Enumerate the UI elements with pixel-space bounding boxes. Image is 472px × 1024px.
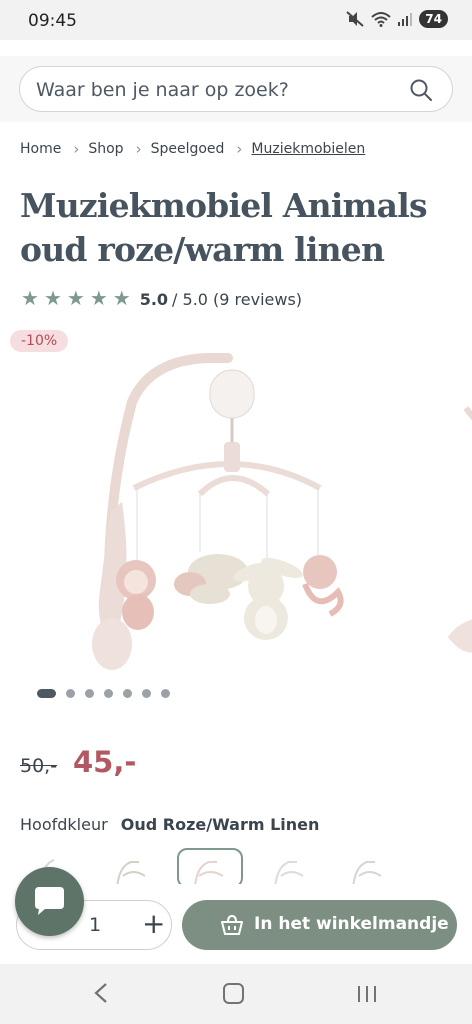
basket-icon (221, 914, 243, 935)
product-title: Muziekmobiel Animals oud roze/warm linen (20, 184, 460, 272)
color-swatch[interactable] (99, 848, 165, 884)
gallery-dot[interactable] (142, 689, 151, 698)
status-bar: 09:45 74 (0, 0, 472, 40)
gallery-dot[interactable] (66, 689, 75, 698)
back-icon[interactable] (92, 981, 110, 1005)
swatch-mobile-thumbnail (194, 861, 224, 884)
add-to-cart-button[interactable]: In het winkelmandje (182, 900, 457, 950)
product-rating[interactable]: ★ ★ ★ ★ ★ 5.0 / 5.0 (9 reviews) (21, 288, 302, 310)
search-input[interactable]: Waar ben je naar op zoek? (19, 66, 453, 112)
add-to-cart-label: In het winkelmandje (254, 914, 449, 934)
chevron-right-icon: › (73, 140, 80, 158)
system-nav-bar (0, 964, 472, 1024)
breadcrumb: Home › Shop › Speelgoed › Muziekmobielen (20, 140, 365, 158)
product-image[interactable] (20, 322, 413, 712)
chevron-right-icon: › (135, 140, 142, 158)
battery-indicator: 74 (419, 10, 448, 28)
star-icon: ★ (112, 288, 131, 310)
color-swatch-selected[interactable] (177, 848, 243, 884)
signal-icon (398, 13, 413, 26)
gallery-dot[interactable] (123, 689, 132, 698)
gallery-dot[interactable] (85, 689, 94, 698)
status-icons: 74 (346, 10, 448, 28)
color-swatch[interactable] (257, 848, 323, 884)
product-title-line1: Muziekmobiel Animals (20, 186, 428, 225)
recents-icon[interactable] (356, 984, 378, 1004)
gallery-pagination (37, 689, 170, 698)
star-icon: ★ (21, 288, 39, 310)
swatch-mobile-thumbnail (274, 861, 304, 884)
price-old: 50,- (20, 755, 58, 777)
search-placeholder: Waar ben je naar op zoek? (36, 79, 289, 101)
plus-icon[interactable]: + (142, 907, 165, 940)
gallery-dot[interactable] (104, 689, 113, 698)
home-icon[interactable] (223, 983, 244, 1004)
mute-icon (346, 11, 364, 27)
swatch-mobile-thumbnail (116, 861, 146, 884)
star-rating: ★ ★ ★ ★ ★ (21, 288, 131, 310)
next-product-image[interactable] (418, 322, 472, 712)
header: Waar ben je naar op zoek? (0, 56, 472, 122)
breadcrumb-current[interactable]: Muziekmobielen (251, 141, 365, 157)
swatch-mobile-thumbnail (352, 861, 382, 884)
spacer (0, 40, 472, 56)
color-selection: Hoofdkleur Oud Roze/Warm Linen (20, 815, 319, 834)
breadcrumb-shop[interactable]: Shop (88, 141, 123, 157)
star-icon: ★ (66, 288, 85, 310)
status-time: 09:45 (28, 11, 77, 31)
breadcrumb-speelgoed[interactable]: Speelgoed (151, 141, 225, 157)
chat-icon (35, 887, 64, 915)
wifi-icon (371, 12, 391, 27)
product-title-line2: oud roze/warm linen (20, 230, 385, 269)
discount-badge: -10% (10, 330, 69, 352)
color-swatches (20, 848, 472, 884)
quantity-value[interactable]: 1 (89, 914, 101, 936)
next-image-preview (448, 406, 472, 653)
star-icon: ★ (89, 288, 108, 310)
search-icon[interactable] (409, 78, 433, 102)
chevron-right-icon: › (236, 140, 243, 158)
gallery-dot[interactable] (161, 689, 170, 698)
color-value: Oud Roze/Warm Linen (120, 815, 320, 834)
color-swatch[interactable] (335, 848, 401, 884)
gallery-dot[interactable] (37, 689, 56, 698)
star-icon: ★ (43, 288, 62, 310)
price-new: 45,- (73, 745, 137, 779)
breadcrumb-home[interactable]: Home (20, 141, 61, 157)
rating-count[interactable]: / 5.0 (9 reviews) (172, 290, 302, 309)
rating-value: 5.0 (139, 289, 169, 309)
color-label: Hoofdkleur (20, 815, 108, 834)
chat-button[interactable] (15, 867, 84, 936)
baby-mobile-illustration (92, 353, 344, 670)
